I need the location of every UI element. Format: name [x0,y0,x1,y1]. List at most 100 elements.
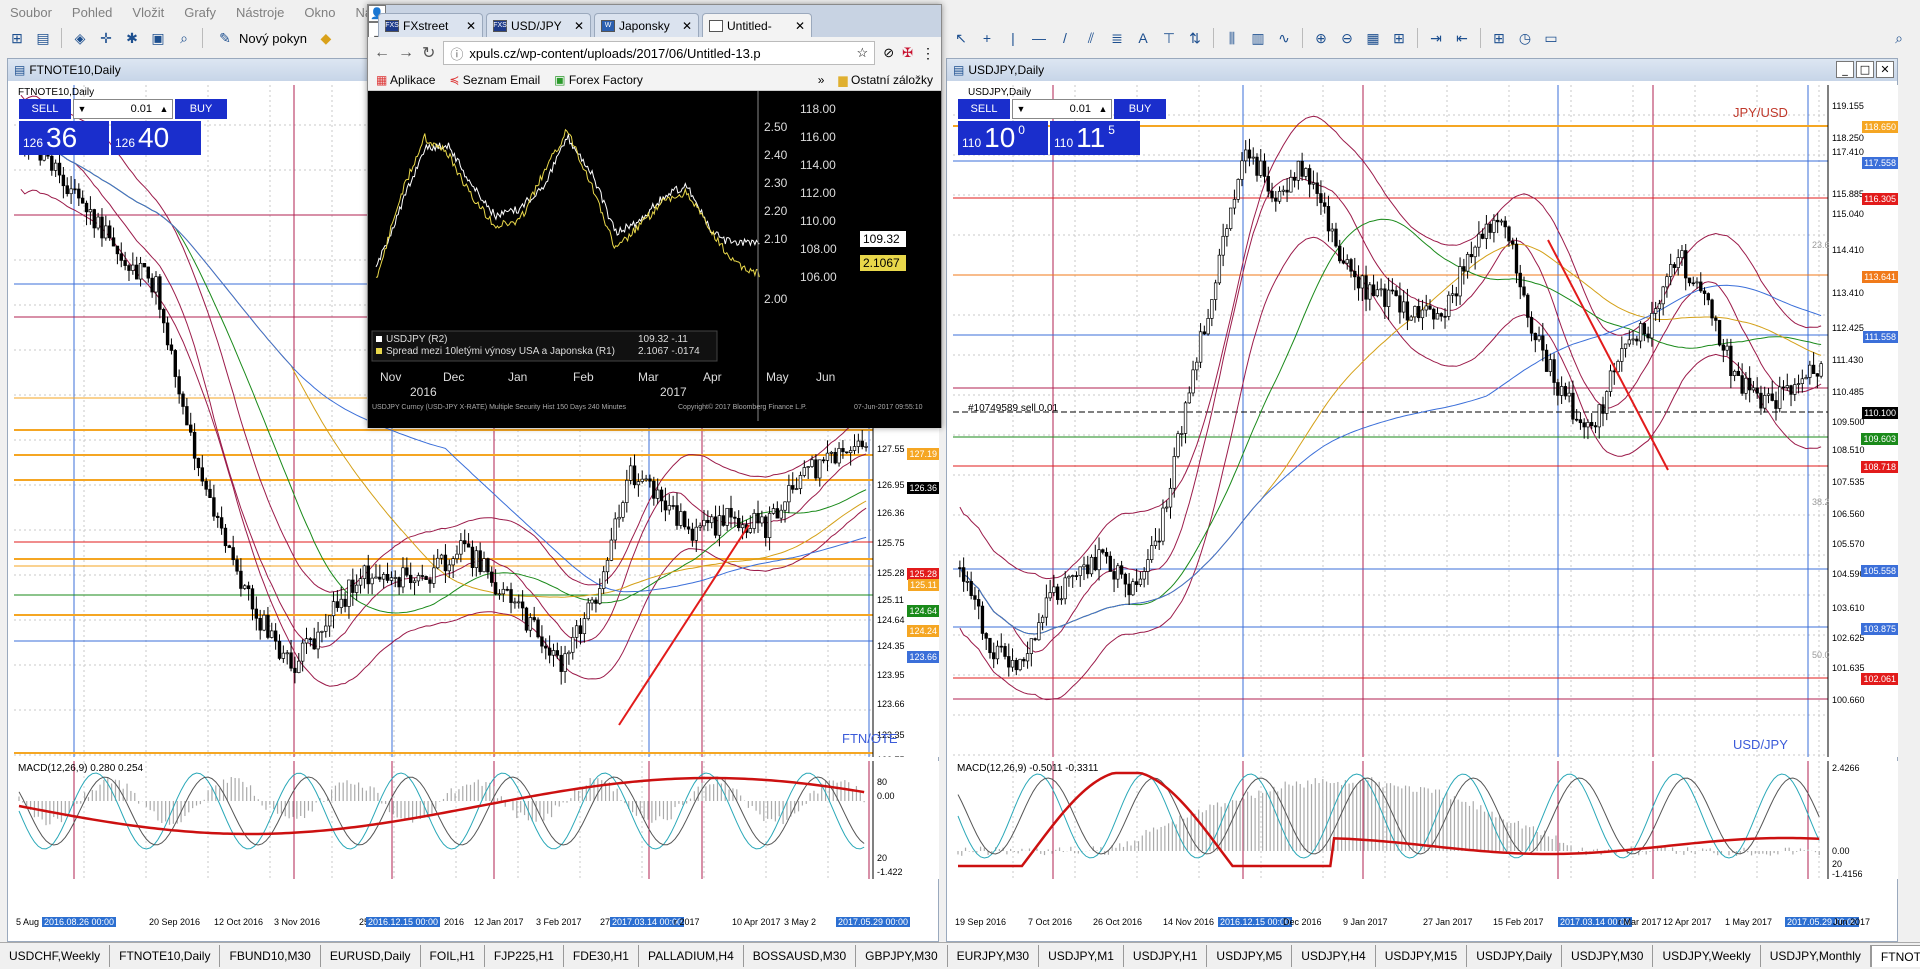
right-macd-panel[interactable]: MACD(12,26,9) -0.5011 -0.3311 2.4266 0.00… [953,761,1898,879]
browser-tab-untitled[interactable]: Untitled- ✕ [702,13,812,37]
menu-window[interactable]: Okno [294,5,345,20]
meta-editor-icon[interactable]: ◆ [315,27,337,49]
menu-insert[interactable]: Vložit [122,5,174,20]
right-buy-price[interactable]: 110 11 5 [1050,121,1140,155]
chart-tab[interactable]: USDJPY,Monthly [1761,945,1871,967]
new-order-button[interactable]: ✎ Nový pokyn [210,27,311,49]
browser-tab-japonsky[interactable]: W Japonsky ✕ [594,13,699,37]
bookmark-other[interactable]: ▆ Ostatní záložky [838,73,933,87]
maximize-button[interactable]: □ [1856,61,1874,78]
close-tab-icon[interactable]: ✕ [795,19,805,33]
navigator-icon[interactable]: ✱ [121,27,143,49]
fibonacci-icon[interactable]: ≣ [1106,27,1128,49]
extension-icon[interactable]: ⊘ [883,45,894,61]
search-icon[interactable]: ⌕ [1888,27,1910,49]
close-tab-icon[interactable]: ✕ [574,19,584,33]
cursor-icon[interactable]: ↖ [950,27,972,49]
close-tab-icon[interactable]: ✕ [682,19,692,33]
candles-icon[interactable]: ▥ [1247,27,1269,49]
bookmark-apps[interactable]: ▦ Aplikace [376,73,435,87]
chart-tab[interactable]: USDJPY,M5 [1207,945,1293,967]
chart-tab[interactable]: USDJPY,H1 [1124,945,1208,967]
menu-kebab-icon[interactable]: ⋮ [921,45,935,62]
menu-tools[interactable]: Nástroje [226,5,294,20]
close-button[interactable]: ✕ [1876,61,1894,78]
chart-tab[interactable]: FOIL,H1 [421,945,485,967]
chart-tab[interactable]: EURUSD,Daily [321,945,421,967]
bookmark-seznam-email[interactable]: ≼ Seznam Email [449,73,540,87]
periods-icon[interactable]: ◷ [1514,27,1536,49]
label-icon[interactable]: ⊤ [1158,27,1180,49]
chart-tab[interactable]: FDE30,H1 [564,945,639,967]
chart-tab[interactable]: USDJPY,Weekly [1653,945,1761,967]
bar-chart-icon[interactable]: ⫼ [1221,27,1243,49]
line-chart-icon[interactable]: ∿ [1273,27,1295,49]
left-buy-price[interactable]: 126 40 [111,121,201,155]
chart-tab[interactable]: USDCHF,Weekly [0,945,111,967]
autoscroll-icon[interactable]: ⇥ [1425,27,1447,49]
arrows-icon[interactable]: ⇅ [1184,27,1206,49]
indicators-icon[interactable]: ⊞ [1488,27,1510,49]
right-sell-price[interactable]: 110 10 0 [958,121,1048,155]
left-sell-price[interactable]: 126 36 [19,121,109,155]
chart-tab[interactable]: PALLADIUM,H4 [639,945,744,967]
flag-uk-icon[interactable]: ✠ [902,45,913,61]
trendline-icon[interactable]: / [1054,27,1076,49]
left-buy-button[interactable]: BUY [175,99,227,119]
tester-icon[interactable]: ⌕ [173,27,195,49]
vertical-line-icon[interactable]: | [1002,27,1024,49]
order-line-label[interactable]: #10749589 sell 0.01 [968,403,1058,414]
browser-tab-usdjpy[interactable]: FXS USD/JPY ✕ [486,13,591,37]
right-price-chart[interactable]: USDJPY,Daily SELL ▼ 0.01 ▲ BUY 110 10 0 110 1… [953,85,1898,757]
chart-shift-icon[interactable]: ⇤ [1451,27,1473,49]
chart-tab[interactable]: USDJPY,M30 [1562,945,1654,967]
menu-view[interactable]: Pohled [62,5,122,20]
chevron-up-icon[interactable]: ▲ [156,104,172,114]
url-input[interactable]: ⓘ xpuls.cz/wp-content/uploads/2017/06/Unt… [443,41,876,65]
crosshair-tool-icon[interactable]: + [976,27,998,49]
back-icon[interactable]: ← [374,44,390,62]
terminal-icon[interactable]: ▣ [147,27,169,49]
star-icon[interactable]: ☆ [857,45,869,61]
chevron-down-icon[interactable]: ▼ [74,104,90,114]
horizontal-line-icon[interactable]: — [1028,27,1050,49]
chart-tab[interactable]: FTNOTE [1870,945,1920,967]
chart-tab[interactable]: BOSSAUSD,M30 [744,945,857,967]
zoom-in-icon[interactable]: ⊕ [1310,27,1332,49]
chart-tab[interactable]: USDJPY,M15 [1376,945,1468,967]
right-sell-button[interactable]: SELL [958,99,1010,119]
channel-icon[interactable]: ⫽ [1080,27,1102,49]
chart-tab[interactable]: FTNOTE10,Daily [110,945,221,967]
right-window-titlebar[interactable]: ▤ USDJPY,Daily [947,59,1897,81]
new-chart-icon[interactable]: ⊞ [6,27,28,49]
chevron-down-icon[interactable]: ▼ [1013,104,1029,114]
bookmark-forex-factory[interactable]: ▣ Forex Factory [554,73,643,87]
reload-icon[interactable]: ↻ [422,43,435,63]
left-macd-panel[interactable]: MACD(12,26,9) 0.280 0.254 80 0.00 20 -1.422 [14,761,939,879]
chevron-up-icon[interactable]: ▲ [1095,104,1111,114]
menu-file[interactable]: Soubor [0,5,62,20]
chart-tab[interactable]: USDJPY,H4 [1292,945,1376,967]
grid-icon[interactable]: ⊞ [1388,27,1410,49]
text-icon[interactable]: A [1132,27,1154,49]
chart-tab[interactable]: FJP225,H1 [485,945,564,967]
menu-charts[interactable]: Grafy [174,5,226,20]
browser-tab-fxstreet[interactable]: FXS FXstreet ✕ [378,13,483,37]
right-lot-input[interactable]: ▼ 0.01 ▲ [1012,99,1112,119]
templates-icon[interactable]: ▭ [1540,27,1562,49]
left-sell-button[interactable]: SELL [19,99,71,119]
right-buy-button[interactable]: BUY [1114,99,1166,119]
zoom-out-icon[interactable]: ⊖ [1336,27,1358,49]
left-lot-input[interactable]: ▼ 0.01 ▲ [73,99,173,119]
tile-windows-icon[interactable]: ▦ [1362,27,1384,49]
market-watch-icon[interactable]: ◈ [69,27,91,49]
bookmarks-overflow-icon[interactable]: » [818,73,825,87]
minimize-button[interactable]: _ [1836,61,1854,78]
profiles-icon[interactable]: ▤ [32,27,54,49]
chart-tab[interactable]: USDJPY,Daily [1467,945,1562,967]
chart-tab[interactable]: GBPJPY,M30 [856,945,948,967]
chart-tab[interactable]: EURJPY,M30 [948,945,1040,967]
forward-icon[interactable]: → [398,44,414,62]
chart-tab[interactable]: FBUND10,M30 [220,945,321,967]
close-tab-icon[interactable]: ✕ [466,19,476,33]
